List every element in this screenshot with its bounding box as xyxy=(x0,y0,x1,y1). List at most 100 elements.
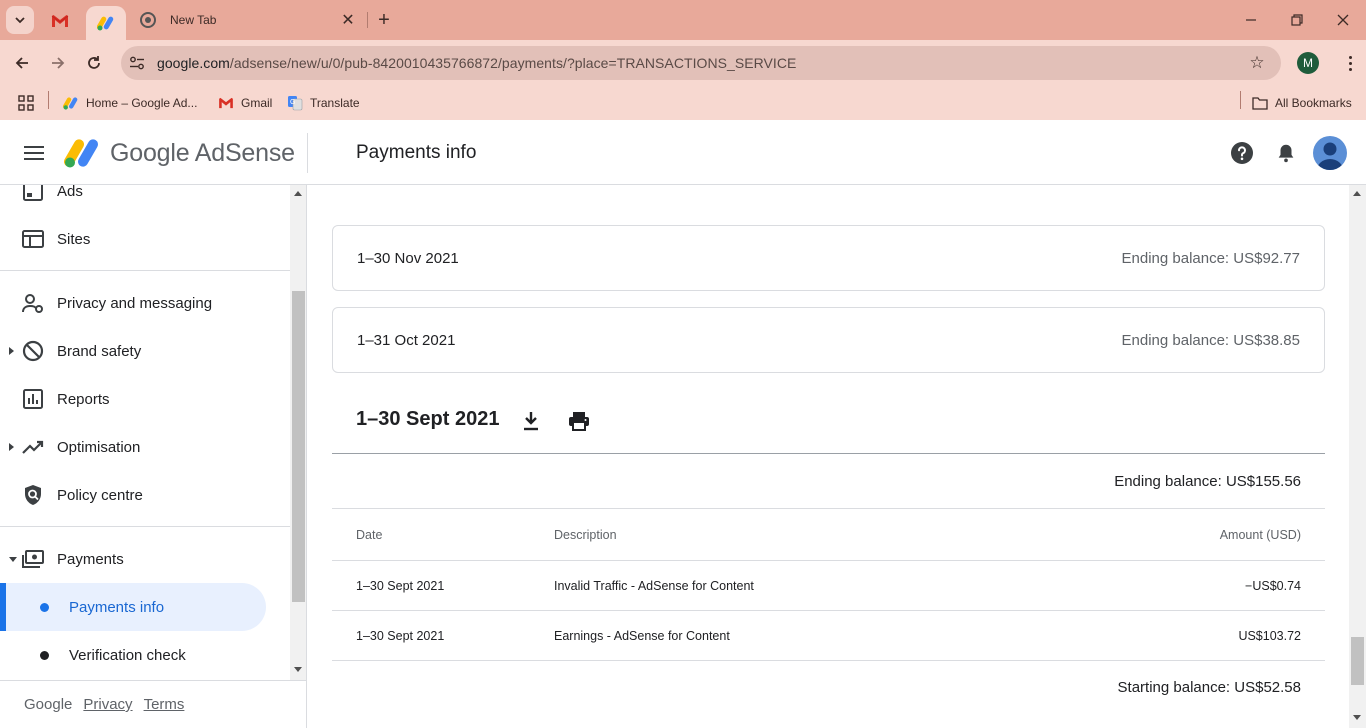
month-card-oct-2021[interactable]: 1–31 Oct 2021 Ending balance: US$38.85 xyxy=(332,307,1325,373)
close-tab-icon[interactable]: ✕ xyxy=(338,10,358,30)
minimize-button[interactable] xyxy=(1228,4,1274,36)
bookmark-star-icon[interactable]: ☆ xyxy=(1247,53,1267,73)
sidebar-item-privacy[interactable]: Privacy and messaging xyxy=(0,279,290,327)
bullet-icon xyxy=(40,602,49,612)
sidebar-item-payments[interactable]: Payments xyxy=(0,535,290,583)
download-icon[interactable] xyxy=(519,409,543,433)
tab-separator xyxy=(367,12,368,28)
bookmark-label: Home – Google Ad... xyxy=(86,96,198,110)
notifications-bell-icon[interactable] xyxy=(1274,141,1298,165)
scroll-up-icon[interactable] xyxy=(294,191,302,196)
folder-icon xyxy=(1252,95,1268,111)
app-logo-text: Google AdSense xyxy=(110,139,295,167)
close-window-button[interactable] xyxy=(1320,4,1366,36)
gmail-icon xyxy=(51,15,69,27)
sidebar-item-reports[interactable]: Reports xyxy=(0,375,290,423)
block-icon xyxy=(22,340,44,362)
sidebar-item-sites[interactable]: Sites xyxy=(0,215,290,263)
reports-icon xyxy=(22,388,44,410)
all-bookmarks-button[interactable]: All Bookmarks xyxy=(1252,92,1352,114)
person-icon xyxy=(1317,142,1343,170)
sidebar-item-optimisation[interactable]: Optimisation xyxy=(0,423,290,471)
scrollbar-thumb[interactable] xyxy=(1351,637,1364,685)
month-period: 1–30 Nov 2021 xyxy=(357,249,459,267)
bookmarks-separator xyxy=(48,91,49,109)
tab-new-tab[interactable]: New Tab ✕ xyxy=(128,6,364,34)
arrow-right-icon xyxy=(52,57,65,69)
site-info-icon[interactable] xyxy=(127,53,147,73)
back-button[interactable] xyxy=(8,49,36,77)
policy-icon xyxy=(22,484,44,506)
bookmark-adsense-home[interactable]: Home – Google Ad... xyxy=(63,92,197,114)
account-avatar[interactable] xyxy=(1313,136,1347,170)
address-bar[interactable]: google.com/adsense/new/u/0/pub-842001043… xyxy=(121,46,1281,80)
header-divider xyxy=(307,133,308,173)
apps-grid-icon xyxy=(18,95,34,111)
minimize-icon xyxy=(1246,19,1256,21)
sidebar-item-ads[interactable]: Ads xyxy=(0,185,290,215)
scroll-down-icon[interactable] xyxy=(294,667,302,672)
sidebar-footer: Google Privacy Terms xyxy=(0,680,306,728)
main-scrollbar[interactable] xyxy=(1349,185,1366,728)
row-description: Invalid Traffic - AdSense for Content xyxy=(554,579,754,593)
chevron-down-icon xyxy=(15,17,25,24)
row-description: Earnings - AdSense for Content xyxy=(554,629,730,643)
section-divider xyxy=(332,453,1325,454)
expanded-month-title: 1–30 Sept 2021 xyxy=(356,408,500,430)
terms-link[interactable]: Terms xyxy=(144,696,185,713)
month-card-nov-2021[interactable]: 1–30 Nov 2021 Ending balance: US$92.77 xyxy=(332,225,1325,291)
chrome-icon xyxy=(140,12,156,28)
collapse-caret-icon[interactable] xyxy=(9,556,17,562)
privacy-link[interactable]: Privacy xyxy=(83,696,132,713)
gmail-icon xyxy=(218,95,234,111)
forward-button[interactable] xyxy=(44,49,72,77)
scrollbar-thumb[interactable] xyxy=(292,291,305,602)
adsense-logo-icon xyxy=(64,139,98,168)
tab-title: New Tab xyxy=(170,13,217,27)
tab-search-button[interactable] xyxy=(6,6,34,34)
tab-gmail[interactable] xyxy=(44,8,76,34)
sidebar-item-label: Ads xyxy=(57,185,83,200)
sidebar-subitem-label: Verification check xyxy=(69,646,186,664)
expand-caret-icon[interactable] xyxy=(9,347,14,355)
scroll-up-icon[interactable] xyxy=(1353,191,1361,196)
sidebar-nav: Ads Sites Privacy and messaging Brand sa… xyxy=(0,185,307,728)
new-tab-button[interactable]: + xyxy=(372,8,396,32)
sidebar-subitem-label: Payments info xyxy=(69,598,165,616)
reload-button[interactable] xyxy=(80,49,108,77)
expanded-ending-balance: Ending balance: US$155.56 xyxy=(1114,473,1301,490)
url-host: google.com xyxy=(157,55,230,71)
sidebar-item-policy-centre[interactable]: Policy centre xyxy=(0,471,290,519)
browser-menu-icon[interactable] xyxy=(1340,52,1360,74)
payments-icon xyxy=(22,548,44,570)
sidebar-subitem-verification-check[interactable]: Verification check xyxy=(0,631,290,679)
table-divider xyxy=(332,560,1325,561)
restore-button[interactable] xyxy=(1274,4,1320,36)
svg-text:G: G xyxy=(290,99,295,106)
main-menu-icon[interactable] xyxy=(22,141,46,165)
restore-icon xyxy=(1291,14,1303,26)
help-icon[interactable] xyxy=(1230,141,1254,165)
sidebar-subitem-payments-info[interactable]: Payments info xyxy=(0,583,290,631)
row-date: 1–30 Sept 2021 xyxy=(356,629,445,643)
bookmark-gmail[interactable]: Gmail xyxy=(218,92,272,114)
column-header-amount: Amount (USD) xyxy=(1219,528,1301,542)
print-icon[interactable] xyxy=(567,409,591,433)
table-divider xyxy=(332,660,1325,661)
bookmark-translate[interactable]: G Translate xyxy=(287,92,360,114)
url-path: /adsense/new/u/0/pub-8420010435766872/pa… xyxy=(229,55,797,71)
expand-caret-icon[interactable] xyxy=(9,443,14,451)
sidebar-scrollbar[interactable] xyxy=(290,185,306,680)
column-header-description: Description xyxy=(554,528,617,542)
adsense-icon xyxy=(63,95,79,111)
profile-avatar[interactable]: M xyxy=(1297,52,1319,74)
apps-button[interactable] xyxy=(18,92,34,114)
sidebar-item-brand-safety[interactable]: Brand safety xyxy=(0,327,290,375)
sidebar-item-label: Policy centre xyxy=(57,486,143,504)
sites-icon xyxy=(22,228,44,250)
app-header: Google AdSense Payments info xyxy=(0,121,1366,185)
all-bookmarks-label: All Bookmarks xyxy=(1275,96,1352,110)
scroll-down-icon[interactable] xyxy=(1353,715,1361,720)
sidebar-item-label: Brand safety xyxy=(57,342,142,360)
tab-adsense[interactable] xyxy=(86,6,126,40)
